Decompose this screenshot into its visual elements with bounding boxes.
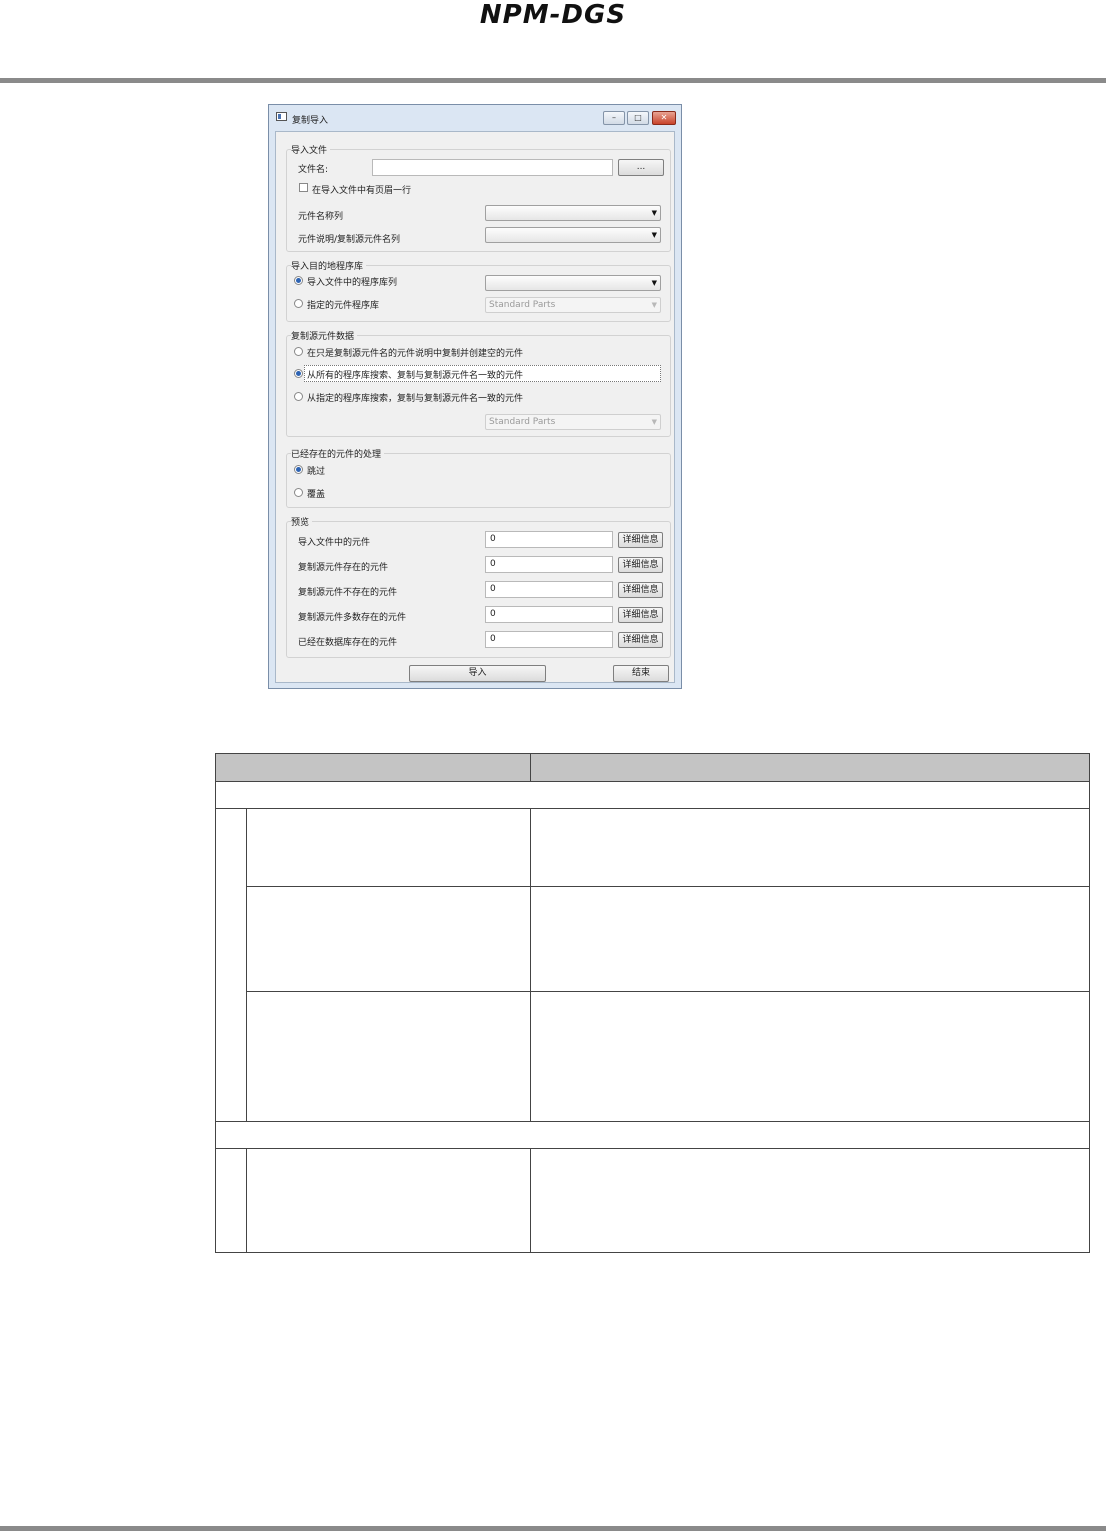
import-file-group-title: 导入文件 (291, 143, 331, 156)
copy-source-option2-radio[interactable] (294, 369, 303, 378)
copy-source-library-select[interactable]: Standard Parts ▼ (485, 414, 661, 430)
preview-row-value: 0 (485, 606, 613, 623)
destination-file-column-radio[interactable] (294, 276, 303, 285)
table-section-divider (216, 1148, 1089, 1149)
dialog-client-area: 导入文件 文件名: ... 在导入文件中有页眉一行 元件名称列 ▼ 元件说明/复… (275, 131, 675, 683)
destination-specified-library-select[interactable]: Standard Parts ▼ (485, 297, 661, 313)
filename-input[interactable] (372, 159, 613, 176)
copy-import-dialog: 复制导入 – □ ✕ 导入文件 文件名: ... 在导入文件中有页眉一行 元件名… (268, 104, 682, 689)
copy-source-option1-label: 在只是复制源元件名的元件说明中复制并创建空的元件 (307, 349, 524, 359)
table-column-divider (530, 1148, 531, 1252)
table-column-divider (530, 808, 531, 1121)
destination-file-column-label: 导入文件中的程序库列 (307, 278, 398, 288)
footer-rule (0, 1526, 1106, 1531)
table-indent-line (246, 1148, 247, 1252)
copy-source-option2-label: 从所有的程序库搜索、复制与复制源元件名一致的元件 (307, 371, 524, 381)
maximize-button[interactable]: □ (627, 111, 649, 125)
close-button[interactable]: 结束 (613, 665, 669, 682)
copy-source-library-value: Standard Parts (489, 417, 556, 427)
table-section-divider (216, 808, 1089, 809)
existing-component-group-title: 已经存在的元件的处理 (291, 447, 385, 460)
chevron-down-icon: ▼ (651, 209, 657, 217)
minimize-button[interactable]: – (603, 111, 625, 125)
details-button[interactable]: 详细信息 (618, 532, 663, 548)
dialog-title: 复制导入 (292, 116, 329, 126)
description-column-label: 元件说明/复制源元件名列 (298, 235, 401, 245)
destination-specified-library-value: Standard Parts (489, 300, 556, 310)
skip-label: 跳过 (307, 467, 326, 477)
preview-group-title: 预览 (291, 515, 313, 528)
table-indent-line (246, 808, 247, 1121)
preview-row-label: 复制源元件多数存在的元件 (298, 613, 407, 623)
copy-source-option3-label: 从指定的程序库搜索，复制与复制源元件名一致的元件 (307, 394, 524, 404)
overwrite-radio[interactable] (294, 488, 303, 497)
copy-source-data-group-title: 复制源元件数据 (291, 329, 358, 342)
header-row-checkbox[interactable] (299, 183, 308, 192)
preview-row-value: 0 (485, 631, 613, 648)
details-button[interactable]: 详细信息 (618, 582, 663, 598)
table-header-row (216, 754, 1089, 782)
window-app-icon (276, 112, 287, 121)
destination-specified-library-radio[interactable] (294, 299, 303, 308)
copy-source-option1-radio[interactable] (294, 347, 303, 356)
component-name-column-label: 元件名称列 (298, 212, 344, 222)
import-button[interactable]: 导入 (409, 665, 546, 682)
page-header-title: NPM-DGS (479, 0, 627, 30)
preview-row-label: 导入文件中的元件 (298, 538, 371, 548)
description-column-select[interactable]: ▼ (485, 227, 661, 243)
details-button[interactable]: 详细信息 (618, 557, 663, 573)
close-window-button[interactable]: ✕ (652, 111, 676, 125)
filename-label: 文件名: (298, 165, 329, 175)
preview-row-label: 复制源元件存在的元件 (298, 563, 389, 573)
destination-specified-library-label: 指定的元件程序库 (307, 301, 380, 311)
header-row-checkbox-label: 在导入文件中有页眉一行 (312, 186, 412, 196)
chevron-down-icon: ▼ (651, 418, 657, 426)
copy-source-option3-radio[interactable] (294, 392, 303, 401)
table-row-divider (246, 991, 1089, 992)
preview-row-label: 已经在数据库存在的元件 (298, 638, 398, 648)
existing-component-group (286, 453, 671, 508)
details-button[interactable]: 详细信息 (618, 632, 663, 648)
preview-row-value: 0 (485, 581, 613, 598)
destination-library-group (286, 265, 671, 322)
settings-table (215, 753, 1090, 1253)
skip-radio[interactable] (294, 465, 303, 474)
chevron-down-icon: ▼ (651, 231, 657, 239)
preview-row-label: 复制源元件不存在的元件 (298, 588, 398, 598)
header-rule (0, 78, 1106, 83)
table-row-divider (246, 886, 1089, 887)
component-name-column-select[interactable]: ▼ (485, 205, 661, 221)
dialog-titlebar[interactable]: 复制导入 – □ ✕ (269, 105, 681, 129)
preview-row-value: 0 (485, 531, 613, 548)
chevron-down-icon: ▼ (651, 279, 657, 287)
destination-library-group-title: 导入目的地程序库 (291, 259, 367, 272)
chevron-down-icon: ▼ (651, 301, 657, 309)
destination-file-column-select[interactable]: ▼ (485, 275, 661, 291)
table-header-divider (530, 754, 531, 781)
overwrite-label: 覆盖 (307, 490, 326, 500)
details-button[interactable]: 详细信息 (618, 607, 663, 623)
browse-button[interactable]: ... (618, 159, 664, 176)
table-section-divider (216, 1121, 1089, 1122)
preview-row-value: 0 (485, 556, 613, 573)
